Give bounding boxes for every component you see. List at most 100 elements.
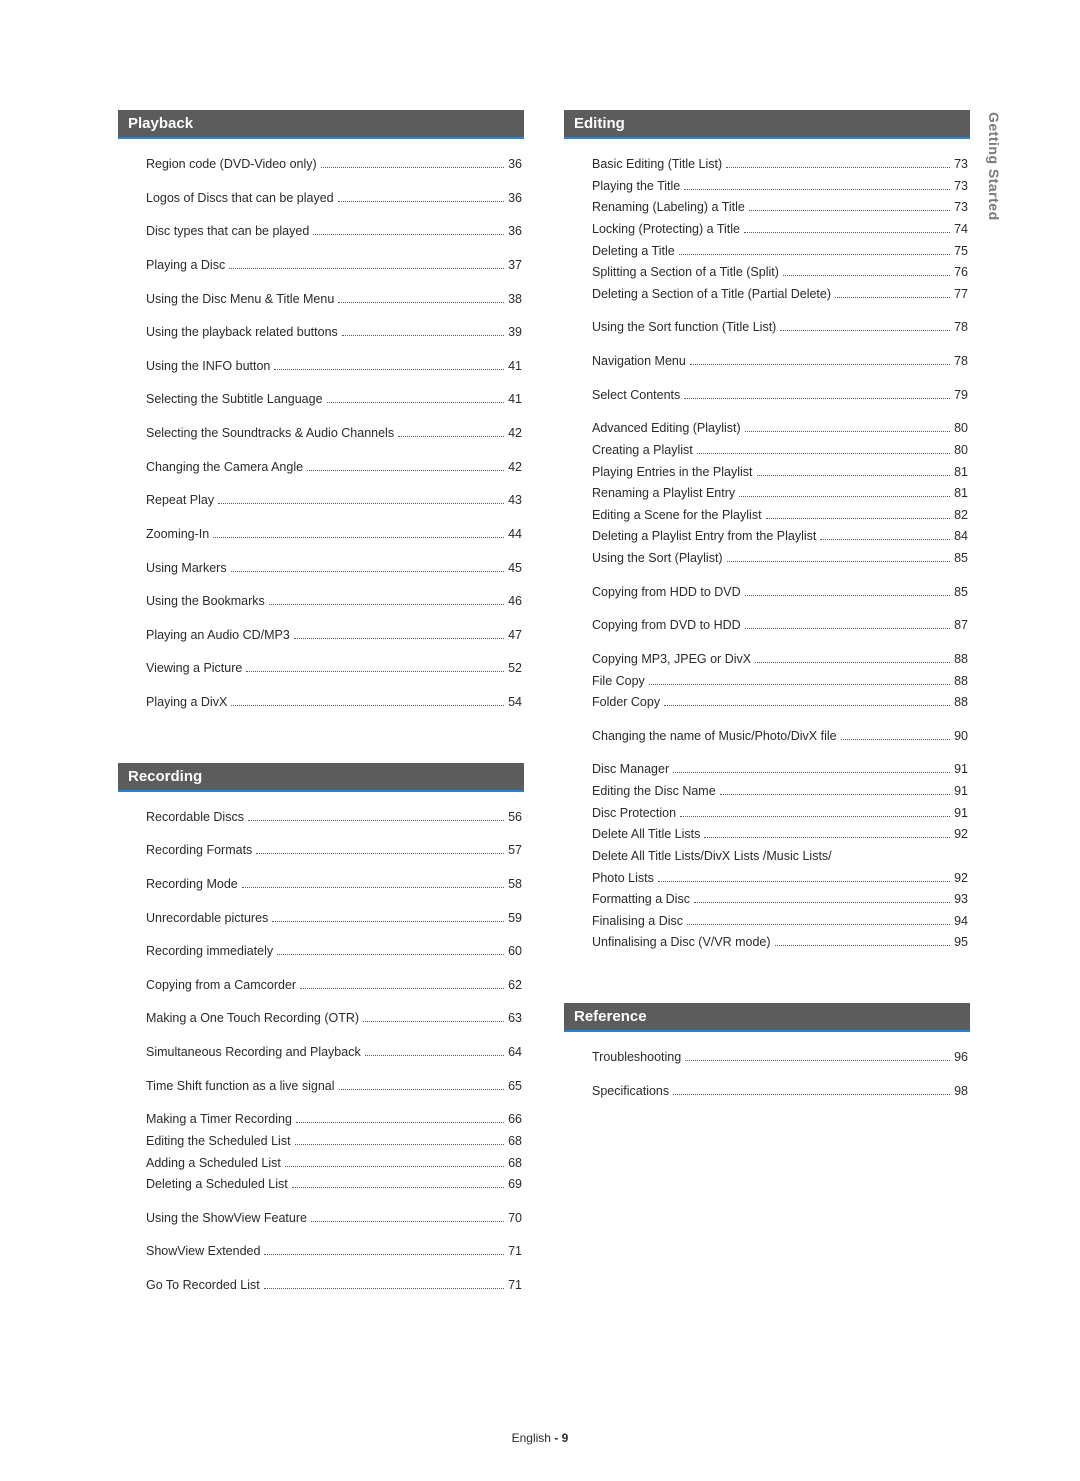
toc-label: Disc types that can be played: [146, 224, 309, 240]
leader-dots: [269, 594, 504, 605]
toc-page: 73: [954, 200, 968, 216]
toc-page: 66: [508, 1112, 522, 1128]
leader-dots: [697, 443, 950, 454]
toc-page: 78: [954, 320, 968, 336]
toc-label: Deleting a Section of a Title (Partial D…: [592, 287, 831, 303]
toc-label: Making a Timer Recording: [146, 1112, 292, 1128]
toc-label: Disc Protection: [592, 806, 676, 822]
toc-label: Selecting the Subtitle Language: [146, 392, 323, 408]
toc-label: Photo Lists: [592, 871, 654, 887]
leader-dots: [213, 527, 504, 538]
toc-page: 68: [508, 1134, 522, 1150]
toc-label: Finalising a Disc: [592, 914, 683, 930]
leader-dots: [766, 508, 951, 519]
toc-label: Editing a Scene for the Playlist: [592, 508, 762, 524]
toc-label: Zooming-In: [146, 527, 209, 543]
toc-entry: Using the Disc Menu & Title Menu38: [146, 292, 522, 308]
leader-dots: [307, 460, 504, 471]
toc-entry: Using the Sort function (Title List) 78: [592, 320, 968, 336]
toc-entry: Changing the Camera Angle42: [146, 460, 522, 476]
leader-dots: [300, 978, 504, 989]
leader-dots: [342, 325, 504, 336]
leader-dots: [264, 1244, 504, 1255]
toc-page: 73: [954, 179, 968, 195]
toc-entry: Disc types that can be played36: [146, 224, 522, 240]
leader-dots: [294, 628, 504, 639]
toc-entry: Basic Editing (Title List)73: [592, 157, 968, 173]
toc-page: 69: [508, 1177, 522, 1193]
toc-page: 45: [508, 561, 522, 577]
toc-page: 74: [954, 222, 968, 238]
toc-entry: Copying from DVD to HDD87: [592, 618, 968, 634]
toc-page: 42: [508, 460, 522, 476]
leader-dots: [673, 762, 950, 773]
leader-dots: [694, 892, 950, 903]
toc-entry: Locking (Protecting) a Title74: [592, 222, 968, 238]
leader-dots: [745, 585, 950, 596]
toc-label: Copying from HDD to DVD: [592, 585, 741, 601]
toc-label: Splitting a Section of a Title (Split): [592, 265, 779, 281]
toc-label: Using the Disc Menu & Title Menu: [146, 292, 334, 308]
toc-entry: Simultaneous Recording and Playback64: [146, 1045, 522, 1061]
toc-page: 91: [954, 784, 968, 800]
toc-entry: Finalising a Disc94: [592, 914, 968, 930]
toc-label: Selecting the Soundtracks & Audio Channe…: [146, 426, 394, 442]
toc-entry: Disc Protection 91: [592, 806, 968, 822]
toc-page: 71: [508, 1278, 522, 1294]
toc-page: 63: [508, 1011, 522, 1027]
leader-dots: [649, 674, 950, 685]
toc-entry: Editing the Scheduled List68: [146, 1134, 522, 1150]
page-footer: English - 9: [0, 1431, 1080, 1445]
leader-dots: [296, 1112, 504, 1123]
toc-page: 56: [508, 810, 522, 826]
toc-page: 70: [508, 1211, 522, 1227]
toc-label: Changing the name of Music/Photo/DivX fi…: [592, 729, 837, 745]
footer-language: English: [512, 1431, 551, 1445]
leader-dots: [321, 157, 504, 168]
toc-label: Simultaneous Recording and Playback: [146, 1045, 361, 1061]
left-column: Playback Region code (DVD-Video only)36L…: [118, 110, 524, 1312]
leader-dots: [673, 1084, 950, 1095]
toc-label: Delete All Title Lists/DivX Lists /Music…: [592, 849, 832, 865]
toc-entry: Using the Sort (Playlist)85: [592, 551, 968, 567]
leader-dots: [272, 911, 504, 922]
toc-label: Creating a Playlist: [592, 443, 693, 459]
toc-entry: Deleting a Playlist Entry from the Playl…: [592, 529, 968, 545]
toc-label: Deleting a Title: [592, 244, 675, 260]
toc-entry: Recordable Discs 56: [146, 810, 522, 826]
toc-entry: Advanced Editing (Playlist)80: [592, 421, 968, 437]
leader-dots: [398, 426, 504, 437]
leader-dots: [679, 244, 950, 255]
toc-label: Playing an Audio CD/MP3: [146, 628, 290, 644]
leader-dots: [690, 354, 950, 365]
toc-page: 37: [508, 258, 522, 274]
toc-entry: Recording Formats57: [146, 843, 522, 859]
toc-page: 80: [954, 421, 968, 437]
leader-dots: [727, 551, 950, 562]
toc-page: 93: [954, 892, 968, 908]
leader-dots: [231, 561, 505, 572]
toc-label: Delete All Title Lists: [592, 827, 700, 843]
toc-page: 81: [954, 465, 968, 481]
toc-label: Folder Copy: [592, 695, 660, 711]
toc-entry: Photo Lists92: [592, 871, 968, 887]
toc-label: Repeat Play: [146, 493, 214, 509]
toc-entry: Creating a Playlist80: [592, 443, 968, 459]
toc-label: Adding a Scheduled List: [146, 1156, 281, 1172]
leader-dots: [295, 1134, 505, 1145]
toc-label: Using the playback related buttons: [146, 325, 338, 341]
leader-dots: [658, 871, 950, 882]
toc-label: Recordable Discs: [146, 810, 244, 826]
leader-dots: [739, 486, 950, 497]
section-header-reference: Reference: [564, 1003, 970, 1032]
toc-entry: Using the playback related buttons39: [146, 325, 522, 341]
toc-page: 91: [954, 806, 968, 822]
toc-page: 82: [954, 508, 968, 524]
side-tab-getting-started: Getting Started: [986, 112, 1002, 221]
section-header-editing: Editing: [564, 110, 970, 139]
leader-dots: [264, 1278, 504, 1289]
toc-list-editing: Basic Editing (Title List)73Playing the …: [564, 157, 970, 951]
leader-dots: [684, 179, 950, 190]
toc-label: Using the Sort function (Title List): [592, 320, 776, 336]
leader-dots: [664, 695, 950, 706]
